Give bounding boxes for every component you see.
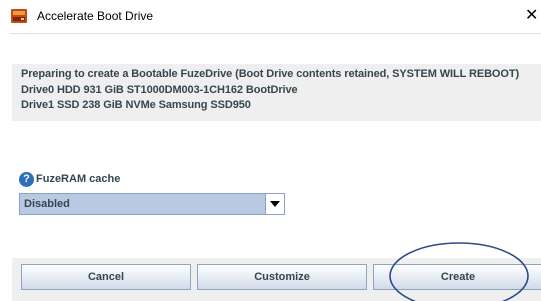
accelerate-boot-drive-dialog: Accelerate Boot Drive ✕ Preparing to cre… (0, 0, 541, 301)
drive-info-panel: Preparing to create a Bootable FuzeDrive… (12, 64, 541, 121)
chevron-down-icon (270, 201, 280, 207)
title-bar: Accelerate Boot Drive ✕ (0, 0, 541, 32)
close-icon[interactable]: ✕ (525, 2, 541, 30)
cancel-button[interactable]: Cancel (21, 264, 191, 290)
dropdown-button[interactable] (265, 194, 284, 214)
drive-row-0: Drive0 HDD 931 GiB ST1000DM003-1CH162 Bo… (21, 84, 298, 96)
fuzeram-cache-selected-value: Disabled (24, 198, 70, 210)
fuzeram-cache-select[interactable]: Disabled (19, 193, 285, 215)
drive-row-1: Drive1 SSD 238 GiB NVMe Samsung SSD950 (21, 99, 251, 111)
divider (10, 33, 541, 34)
fuzeram-cache-label: FuzeRAM cache (36, 173, 121, 185)
fuzedrive-app-icon (11, 9, 27, 23)
create-button[interactable]: Create (373, 264, 541, 290)
annotation-ellipse (389, 242, 529, 301)
customize-button[interactable]: Customize (197, 264, 367, 290)
window-title: Accelerate Boot Drive (37, 9, 154, 23)
help-icon[interactable]: ? (19, 172, 34, 187)
status-message: Preparing to create a Bootable FuzeDrive… (21, 68, 520, 80)
